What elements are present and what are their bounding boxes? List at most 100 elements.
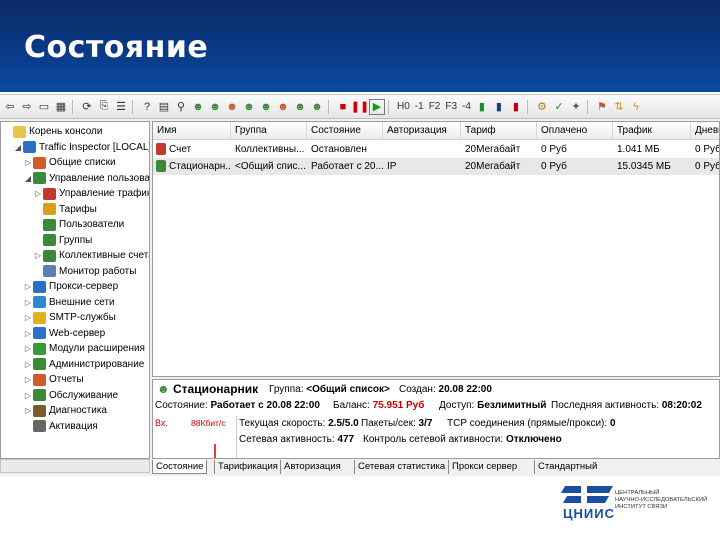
user-add-icon[interactable]: ☻ — [190, 99, 206, 115]
bookmark-icon[interactable]: ⚑ — [594, 99, 610, 115]
logo-word: ЦНИИС — [563, 506, 615, 521]
forward-arrow-icon[interactable]: ⇨ — [19, 99, 35, 115]
tree-horizontal-scrollbar[interactable] — [0, 459, 150, 473]
detail-packets: Пакеты/сек: 3/7 — [361, 418, 433, 429]
toolbar-f1[interactable]: -1 — [413, 101, 426, 112]
tree-item[interactable]: ▷ Внешние сети — [23, 295, 115, 310]
table-cell: 20Мегабайт — [465, 161, 521, 172]
tree-item[interactable]: ◢ Управление пользовате — [23, 171, 149, 186]
tag-icon[interactable]: ✦ — [568, 99, 584, 115]
expand-toggle-icon[interactable]: ▷ — [23, 326, 33, 341]
tree-item[interactable]: ▷ Web-сервер — [23, 326, 105, 341]
tab-item[interactable]: Стандартный — [534, 460, 600, 474]
expand-toggle-icon[interactable]: ▷ — [33, 248, 43, 263]
table-icon[interactable]: ▤ — [156, 99, 172, 115]
toolbar-f3[interactable]: F3 — [443, 101, 459, 112]
tree-item[interactable]: ▷ Коллективные счета — [33, 248, 149, 263]
stop-icon[interactable]: ■ — [335, 99, 351, 115]
proxy-icon — [33, 280, 46, 293]
tree-item-label: Администрирование — [49, 358, 145, 370]
tree-item-label: SMTP-службы — [49, 312, 116, 323]
detail-tcp: TCP соединения (прямые/прокси): 0 — [447, 418, 616, 429]
graph-plot — [214, 444, 216, 458]
tree-item[interactable]: Корень консоли — [3, 124, 102, 139]
tree-item[interactable]: Группы — [33, 233, 92, 248]
tree-item[interactable]: ▷ Общие списки — [23, 155, 116, 170]
expand-toggle-icon[interactable]: ▷ — [23, 279, 33, 294]
user-lock-icon[interactable]: ☻ — [258, 99, 274, 115]
detail-net-control: Контроль сетевой активности: Отключено — [363, 434, 562, 445]
pause-icon[interactable]: ❚❚ — [351, 99, 369, 115]
tree-item[interactable]: ▷ Модули расширения — [23, 341, 145, 356]
expand-toggle-icon[interactable]: ◢ — [13, 140, 23, 155]
refresh-icon[interactable]: ⟳ — [79, 99, 95, 115]
lightning-icon[interactable]: ϟ — [628, 99, 644, 115]
column-header[interactable]: Дневн — [691, 122, 719, 140]
trash-icon[interactable]: ▮ — [474, 99, 490, 115]
tree-item[interactable]: Пользователи — [33, 217, 124, 232]
toolbar-f2[interactable]: F2 — [427, 101, 443, 112]
column-header[interactable]: Трафик — [613, 122, 691, 140]
toolbar-f4[interactable]: -4 — [460, 101, 473, 112]
tree-item[interactable]: Тарифы — [33, 202, 97, 217]
tree-item[interactable]: ▷ SMTP-службы — [23, 310, 116, 325]
trash-blue-icon[interactable]: ▮ — [491, 99, 507, 115]
expand-toggle-icon[interactable]: ▷ — [23, 388, 33, 403]
column-header[interactable]: Оплачено — [537, 122, 613, 140]
user-info-icon[interactable]: ☻ — [275, 99, 291, 115]
expand-toggle-icon[interactable]: ▷ — [23, 372, 33, 387]
mail-icon — [33, 311, 46, 324]
tree-item[interactable]: ◢ Traffic Inspector [LOCAL] — [13, 140, 149, 155]
tab-item[interactable]: Прокси сервер — [448, 460, 520, 474]
trash-red-icon[interactable]: ▮ — [508, 99, 524, 115]
play-icon[interactable]: ▶ — [369, 98, 385, 115]
tab-item[interactable]: Тарификация — [214, 460, 281, 474]
column-header[interactable]: Группа — [231, 122, 307, 140]
sort-icon[interactable]: ⇅ — [611, 99, 627, 115]
table-row[interactable]: Счет Коллективны... Остановлен 20Мегабайт 0 … — [153, 141, 719, 158]
expand-toggle-icon[interactable]: ▷ — [23, 295, 33, 310]
expand-toggle-icon[interactable]: ▷ — [23, 155, 33, 170]
export-icon[interactable]: ⎘ — [96, 99, 112, 115]
tree-item[interactable]: Монитор работы — [33, 264, 136, 279]
expand-toggle-icon[interactable]: ▷ — [23, 341, 33, 356]
tree-item[interactable]: ▷ Диагностика — [23, 403, 107, 418]
table-row[interactable]: Стационарн... <Общий спис... Работает с 20… — [153, 158, 719, 175]
expand-toggle-icon[interactable]: ▷ — [23, 310, 33, 325]
column-header[interactable]: Тариф — [461, 122, 537, 140]
tree-item-label: Отчеты — [49, 374, 84, 385]
properties-icon[interactable]: ☰ — [113, 99, 129, 115]
expand-toggle-icon[interactable]: ◢ — [23, 171, 33, 186]
toolbar-h0[interactable]: H0 — [395, 101, 412, 112]
users-icon — [33, 156, 46, 169]
tree-item-label: Прокси-сервер — [49, 281, 119, 292]
back-arrow-icon[interactable]: ⇦ — [2, 99, 18, 115]
table-cell: IP — [387, 161, 397, 172]
tab-item[interactable]: Состояние — [152, 460, 208, 474]
user-edit-icon[interactable]: ☻ — [207, 99, 223, 115]
user-group-icon[interactable]: ☻ — [224, 99, 240, 115]
tools-icon[interactable]: ⚙ — [534, 99, 550, 115]
user-stats-icon[interactable]: ☻ — [309, 99, 325, 115]
grid-view-icon[interactable]: ▦ — [53, 99, 69, 115]
tree-item[interactable]: ▷ Управление трафик — [33, 186, 149, 201]
tree-item[interactable]: ▷ Отчеты — [23, 372, 84, 387]
tree-item[interactable]: ▷ Прокси-сервер — [23, 279, 118, 294]
help-icon[interactable]: ? — [139, 99, 155, 115]
ok-icon[interactable]: ✓ — [551, 99, 567, 115]
tree-item[interactable]: ▷ Администрирование — [23, 357, 144, 372]
expand-toggle-icon[interactable]: ▷ — [23, 403, 33, 418]
column-header[interactable]: Состояние — [307, 122, 383, 140]
column-header[interactable]: Имя — [153, 122, 231, 140]
tab-item[interactable]: Авторизация — [280, 460, 344, 474]
tab-item[interactable]: Сетевая статистика — [354, 460, 448, 474]
user-remove-icon[interactable]: ☻ — [292, 99, 308, 115]
user-key-icon[interactable]: ☻ — [241, 99, 257, 115]
expand-toggle-icon[interactable]: ▷ — [23, 357, 33, 372]
tree-item[interactable]: ▷ Обслуживание — [23, 388, 118, 403]
search-user-icon[interactable]: ⚲ — [173, 99, 189, 115]
tree-item[interactable]: Активация — [23, 419, 98, 434]
folder-icon[interactable]: ▭ — [36, 99, 52, 115]
expand-toggle-icon[interactable]: ▷ — [33, 186, 43, 201]
column-header[interactable]: Авторизация — [383, 122, 461, 140]
